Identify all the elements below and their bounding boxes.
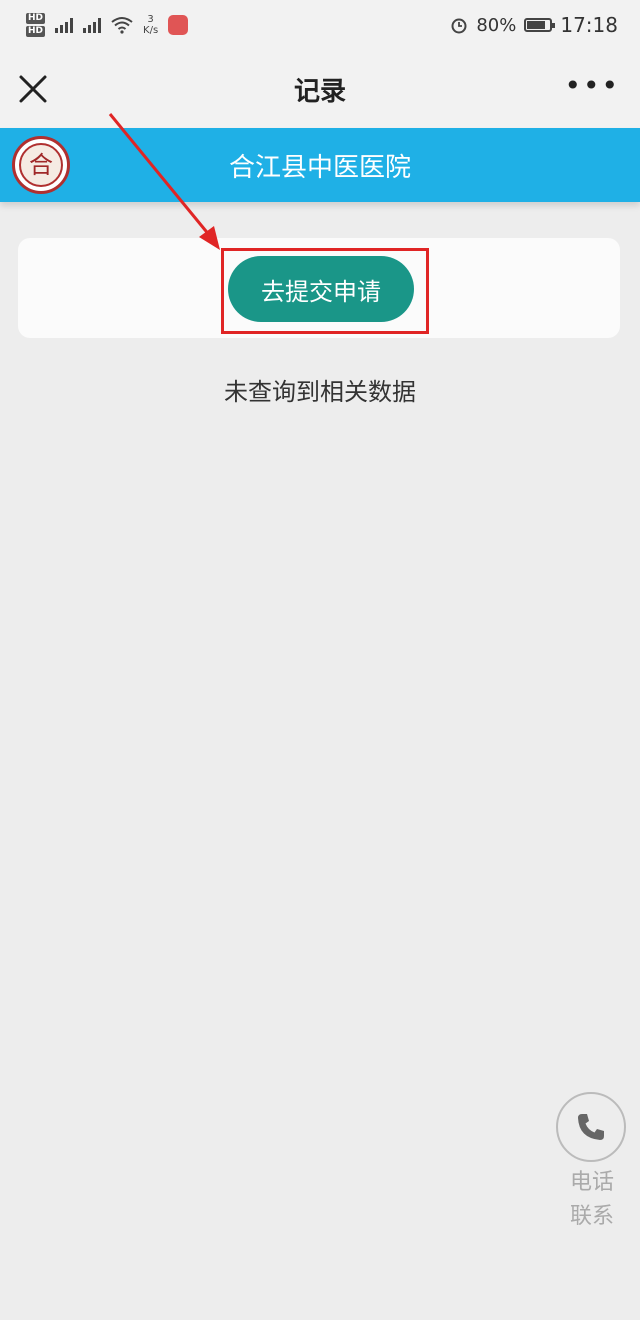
close-icon[interactable] (16, 72, 50, 106)
page-title: 记录 (293, 76, 346, 107)
hd-badge: HD (26, 13, 46, 24)
nav-bar: 记录 ••• (0, 50, 640, 128)
call-label[interactable]: 电话 联系 (556, 1166, 628, 1234)
more-icon[interactable]: ••• (564, 72, 620, 100)
status-left: HD HD 3 K/s (26, 13, 189, 37)
battery-icon (524, 18, 556, 32)
signal-icon (83, 17, 102, 33)
submit-application-button[interactable]: 去提交申请 (228, 256, 414, 322)
logo-char: 合 (29, 151, 53, 179)
battery-fill (527, 21, 545, 29)
status-bar: HD HD 3 K/s 80% 17:18 (0, 0, 640, 50)
network-speed: 3 K/s (143, 14, 159, 36)
call-button[interactable] (556, 1092, 626, 1162)
alarm-icon (451, 18, 467, 34)
battery-percent: 80% (476, 14, 517, 36)
hd-badge: HD (26, 26, 46, 37)
hd-indicators: HD HD (26, 13, 46, 37)
status-right: 80% 17:18 (450, 13, 618, 37)
signal-icon (55, 17, 74, 33)
phone-icon (578, 1114, 604, 1140)
empty-data-message: 未查询到相关数据 (224, 378, 416, 406)
wifi-icon (111, 17, 133, 34)
hospital-header: 合 合江县中医医院 (0, 128, 640, 202)
hospital-name: 合江县中医医院 (228, 152, 411, 183)
hospital-logo: 合 (12, 136, 70, 194)
logo-mark: 合 (19, 143, 63, 187)
notification-app-icon (168, 15, 189, 35)
clock: 17:18 (560, 13, 618, 37)
